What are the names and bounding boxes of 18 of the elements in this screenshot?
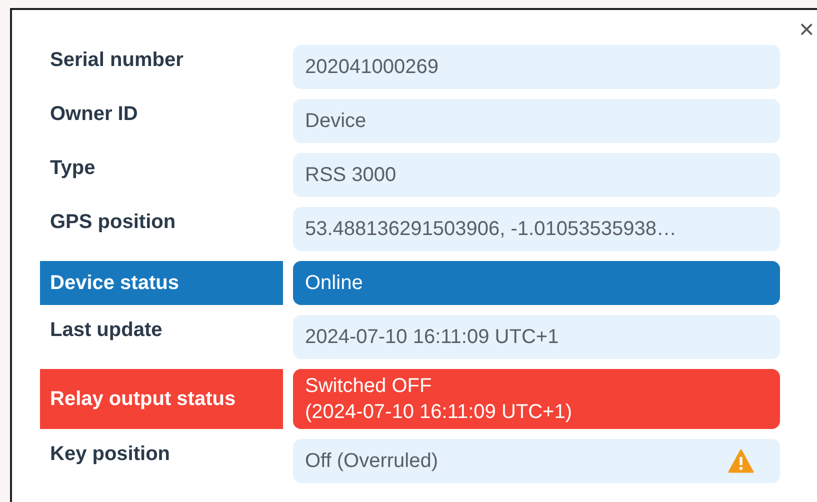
close-button[interactable]: × bbox=[797, 16, 816, 42]
field-value: RSS 3000 bbox=[293, 153, 780, 197]
warning-icon bbox=[728, 449, 754, 473]
field-label: Last update bbox=[49, 318, 164, 343]
field-value: 2024-07-10 16:11:09 UTC+1 bbox=[293, 315, 780, 359]
field-value: 202041000269 bbox=[293, 45, 780, 89]
field-label: Owner ID bbox=[49, 102, 139, 127]
field-label: Serial number bbox=[49, 48, 184, 73]
field-label: GPS position bbox=[49, 210, 177, 235]
field-value: Online bbox=[293, 261, 780, 305]
field-value: Device bbox=[293, 99, 780, 143]
field-label: Relay output status bbox=[40, 369, 283, 429]
field-label: Type bbox=[49, 156, 96, 181]
field-value: 53.488136291503906, -1.01053535938… bbox=[293, 207, 780, 251]
field-label: Device status bbox=[40, 261, 283, 305]
field-value: Switched OFF (2024-07-10 16:11:09 UTC+1) bbox=[293, 369, 780, 429]
field-label: Key position bbox=[49, 442, 172, 467]
field-value: Off (Overruled) bbox=[293, 439, 780, 483]
